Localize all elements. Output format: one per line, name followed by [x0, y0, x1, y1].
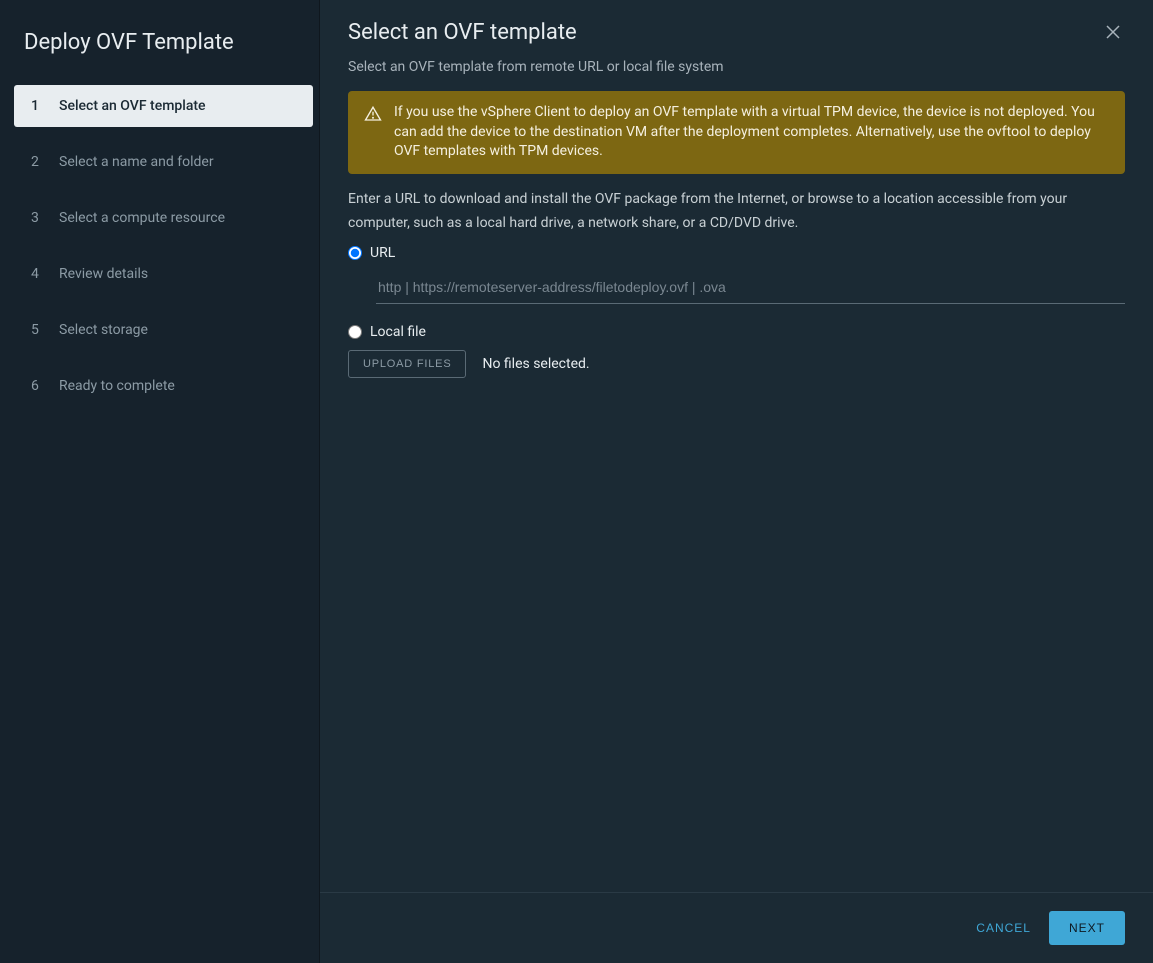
upload-status-text: No files selected.: [482, 356, 589, 372]
url-radio[interactable]: [348, 246, 362, 260]
wizard-step-number: 2: [31, 154, 45, 170]
wizard-step-name-folder[interactable]: 2 Select a name and folder: [14, 141, 313, 183]
wizard-main-panel: Select an OVF template Select an OVF tem…: [320, 0, 1153, 963]
warning-triangle-icon: [364, 105, 382, 130]
wizard-step-number: 1: [31, 98, 45, 114]
wizard-footer: CANCEL NEXT: [320, 892, 1153, 963]
close-button[interactable]: [1101, 20, 1125, 47]
main-header: Select an OVF template: [320, 0, 1153, 51]
wizard-step-number: 6: [31, 378, 45, 394]
alert-text: If you use the vSphere Client to deploy …: [394, 103, 1109, 162]
local-file-radio-label[interactable]: Local file: [370, 324, 426, 340]
wizard-step-label: Ready to complete: [59, 378, 175, 394]
wizard-step-label: Select a name and folder: [59, 154, 214, 170]
local-file-source-group: Local file UPLOAD FILES No files selecte…: [348, 324, 1125, 378]
tpm-warning-alert: If you use the vSphere Client to deploy …: [348, 91, 1125, 174]
next-button[interactable]: NEXT: [1049, 911, 1125, 945]
url-source-group: URL: [348, 245, 1125, 304]
wizard-step-select-storage[interactable]: 5 Select storage: [14, 309, 313, 351]
page-subtitle: Select an OVF template from remote URL o…: [320, 51, 1153, 91]
wizard-step-compute-resource[interactable]: 3 Select a compute resource: [14, 197, 313, 239]
wizard-step-number: 3: [31, 210, 45, 226]
dialog-title: Deploy OVF Template: [0, 20, 319, 85]
upload-files-button[interactable]: UPLOAD FILES: [348, 350, 466, 378]
wizard-step-label: Select an OVF template: [59, 98, 206, 114]
wizard-step-number: 4: [31, 266, 45, 282]
wizard-step-select-ovf[interactable]: 1 Select an OVF template: [14, 85, 313, 127]
instruction-text: Enter a URL to download and install the …: [348, 188, 1125, 236]
wizard-step-number: 5: [31, 322, 45, 338]
wizard-step-label: Select storage: [59, 322, 148, 338]
wizard-step-review-details[interactable]: 4 Review details: [14, 253, 313, 295]
deploy-ovf-dialog: Deploy OVF Template 1 Select an OVF temp…: [0, 0, 1153, 963]
wizard-step-label: Select a compute resource: [59, 210, 225, 226]
main-content: If you use the vSphere Client to deploy …: [320, 91, 1153, 892]
url-radio-label[interactable]: URL: [370, 245, 395, 261]
local-file-radio[interactable]: [348, 325, 362, 339]
wizard-step-label: Review details: [59, 266, 148, 282]
wizard-step-ready-complete[interactable]: 6 Ready to complete: [14, 365, 313, 407]
wizard-sidebar: Deploy OVF Template 1 Select an OVF temp…: [0, 0, 320, 963]
page-title: Select an OVF template: [348, 20, 577, 45]
cancel-button[interactable]: CANCEL: [972, 913, 1035, 943]
wizard-steps-list: 1 Select an OVF template 2 Select a name…: [0, 85, 319, 407]
close-icon: [1105, 24, 1121, 44]
url-input[interactable]: [376, 271, 1125, 304]
